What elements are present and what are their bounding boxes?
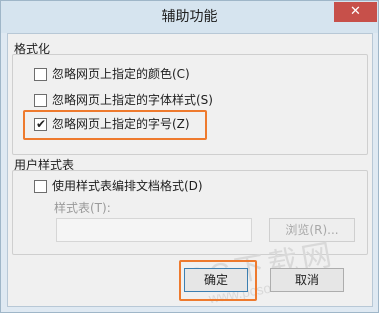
ok-button[interactable]: 确定 (184, 268, 248, 292)
dialog-body: 格式化 忽略网页上指定的颜色(C) 忽略网页上指定的字体样式(S) ✔ 忽略网页… (7, 33, 373, 307)
ignore-font-styles-checkbox[interactable] (34, 94, 47, 107)
stylesheet-field-label: 样式表(T): (54, 201, 111, 215)
ignore-colors-label: 忽略网页上指定的颜色(C) (52, 67, 190, 81)
use-stylesheet-label: 使用样式表编排文档格式(D) (52, 179, 203, 193)
dialog-title: 辅助功能 (161, 9, 218, 25)
checkmark-icon: ✔ (36, 117, 47, 131)
ignore-font-styles-label: 忽略网页上指定的字体样式(S) (52, 93, 213, 107)
close-button[interactable]: ✕ (334, 2, 377, 22)
stylesheet-path-input[interactable] (56, 218, 252, 242)
cancel-button[interactable]: 取消 (270, 268, 344, 292)
ignore-colors-checkbox[interactable] (34, 68, 47, 81)
ignore-font-sizes-checkbox[interactable]: ✔ (34, 117, 47, 131)
ignore-font-sizes-label: 忽略网页上指定的字号(Z) (52, 117, 190, 131)
browse-button[interactable]: 浏览(R)... (269, 218, 355, 242)
use-stylesheet-checkbox[interactable] (34, 180, 47, 193)
accessibility-dialog: 辅助功能 ✕ 格式化 忽略网页上指定的颜色(C) 忽略网页上指定的字体样式(S)… (0, 0, 379, 313)
title-bar[interactable]: 辅助功能 ✕ (1, 1, 378, 33)
